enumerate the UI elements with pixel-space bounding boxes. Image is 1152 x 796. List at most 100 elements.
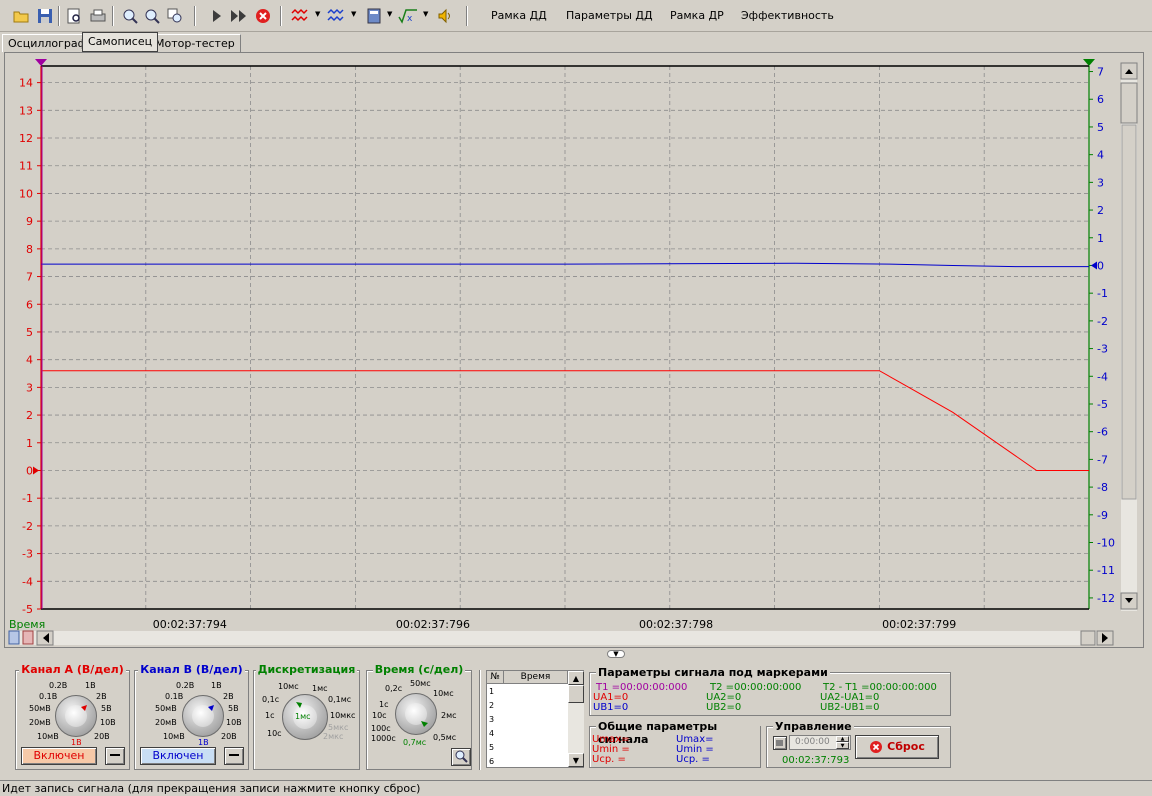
scroll-up-icon[interactable]: ▲ [568, 671, 584, 685]
channel-a-knob[interactable] [55, 695, 97, 737]
ub-diff-value: UB2-UB1=0 [820, 702, 880, 713]
chevron-down-icon[interactable]: ▼ [387, 10, 392, 18]
knob-label: 1с [265, 711, 275, 720]
plot-area [41, 66, 1089, 609]
marker-params-title: Параметры сигнала под маркерами [596, 666, 830, 679]
x-axis-label: Время [9, 618, 45, 631]
marker-t1-handle[interactable] [35, 59, 47, 66]
knob-label: 1с [379, 700, 389, 709]
channel-b-enable-button[interactable]: Включен [140, 747, 216, 765]
table-row[interactable]: 5 [489, 743, 494, 752]
knob-label: 1мс [312, 684, 328, 693]
discretization-knob[interactable]: 1мс [282, 694, 328, 740]
knob-label: 100с [371, 724, 391, 733]
right-tick-label: -12 [1097, 592, 1115, 605]
knob-label: 1В [85, 681, 96, 690]
calculator-icon[interactable] [364, 6, 384, 26]
right-tick-label: 6 [1097, 93, 1104, 106]
table-row[interactable]: 4 [489, 729, 494, 738]
channel-a-invert-button[interactable] [105, 747, 125, 765]
zoom-in-icon[interactable] [120, 6, 140, 26]
knob-label: 10с [372, 711, 387, 720]
table-row[interactable]: 1 [489, 687, 494, 696]
menu-params-dd[interactable]: Параметры ДД [566, 9, 653, 22]
print-preview-icon[interactable] [64, 6, 84, 26]
menu-efficiency[interactable]: Эффективность [741, 9, 834, 22]
h-scrollbar-track [9, 631, 1109, 645]
stop-icon[interactable] [253, 6, 273, 26]
marker-t2-handle[interactable] [1083, 59, 1095, 66]
vertical-scrollbar[interactable] [1120, 62, 1138, 611]
time-knob[interactable] [395, 693, 437, 735]
right-tick-label: -7 [1097, 453, 1108, 466]
right-tick-label: -6 [1097, 426, 1108, 439]
channel-b-title: Канал B (В/дел) [138, 663, 245, 676]
time-value: 0,7мс [403, 738, 427, 747]
time-zoom-button[interactable] [451, 748, 471, 766]
chevron-down-icon[interactable]: ▼ [423, 10, 428, 18]
close-icon [870, 741, 883, 753]
print-icon[interactable] [88, 6, 108, 26]
scrollbar-thumb[interactable] [1121, 124, 1137, 500]
control-group: Управление 0:00:00 ▲ ▼ Сброс 00:02:37:79… [766, 720, 951, 768]
left-tick-label: -2 [22, 520, 33, 533]
channel-b-invert-button[interactable] [224, 747, 244, 765]
menu-frame-dd[interactable]: Рамка ДД [491, 9, 547, 22]
scrollbar-thumb[interactable] [568, 685, 584, 703]
zoom-fit-icon[interactable] [165, 6, 185, 26]
h-scrollbar-thumb[interactable] [1080, 630, 1096, 646]
scrollbar-thumb-upper[interactable] [1120, 82, 1138, 124]
reset-button[interactable]: Сброс [855, 735, 939, 759]
math-sqrt-icon[interactable]: x [398, 6, 418, 26]
channel-a-zero-marker[interactable] [33, 466, 39, 475]
table-row[interactable]: 2 [489, 701, 494, 710]
left-axis: 14131211109876543210-1-2-3-4-5 [19, 66, 42, 616]
save-icon[interactable] [35, 6, 55, 26]
table-scrollbar[interactable]: ▲ ▼ [568, 671, 584, 767]
open-folder-icon[interactable] [11, 6, 31, 26]
knob-label: 50мВ [155, 704, 177, 713]
horizontal-scrollbar[interactable] [8, 630, 1114, 646]
control-title: Управление [773, 720, 854, 733]
knob-label: 2мс [441, 711, 457, 720]
menu-frame-dr[interactable]: Рамка ДР [670, 9, 724, 22]
left-tick-label: 6 [26, 298, 33, 311]
right-tick-label: 7 [1097, 66, 1104, 79]
x-tick-label: 00:02:37:794 [153, 618, 227, 631]
knob-label: 2В [223, 692, 234, 701]
left-tick-label: 7 [26, 271, 33, 284]
tab-motor-tester[interactable]: Мотор-тестер [149, 34, 241, 52]
channel-a-group: Канал А (В/дел) 0.2В 1В 0.1В 2В 50мВ 5В … [15, 663, 130, 770]
left-tick-label: 14 [19, 77, 33, 90]
x-axis: Время 00:02:37:794 00:02:37:796 00:02:37:79… [9, 618, 956, 631]
tab-recorder[interactable]: Самописец [82, 32, 159, 52]
zoom-b-button[interactable] [22, 630, 34, 645]
tab-oscilloscope[interactable]: Осциллограф [2, 34, 94, 52]
channel-a-signal-icon[interactable] [290, 6, 310, 26]
chart-grid [41, 66, 1089, 610]
chevron-down-icon[interactable]: ▼ [315, 10, 320, 18]
discretization-value: 1мс [295, 712, 311, 721]
knob-label: 1000с [371, 734, 396, 743]
splitter-toggle-icon[interactable]: ▼ [607, 650, 625, 658]
table-row[interactable]: 3 [489, 715, 494, 724]
channel-a-enable-button[interactable]: Включен [21, 747, 97, 765]
chevron-down-icon[interactable]: ▼ [351, 10, 356, 18]
knob-label: 0,2с [385, 684, 403, 693]
channel-b-signal-icon[interactable] [326, 6, 346, 26]
right-axis: 7 6 5 4 3 2 1 0 -1 -2 -3 -4 -5 -6 -7 -8 -9 -10 -11 -12 [1088, 66, 1115, 609]
channel-b-zero-marker[interactable] [1091, 261, 1097, 270]
marker-table[interactable]: № Время 1 2 3 4 5 6 ▲ ▼ [486, 670, 584, 768]
table-row[interactable]: 6 [489, 757, 494, 766]
stop-record-button[interactable] [773, 736, 787, 750]
sound-icon[interactable] [435, 6, 455, 26]
zoom-out-icon[interactable] [142, 6, 162, 26]
spin-down-icon[interactable]: ▼ [836, 742, 849, 749]
right-tick-label: 2 [1097, 204, 1104, 217]
knob-label: 0,1мс [328, 695, 352, 704]
scroll-down-icon[interactable]: ▼ [568, 753, 584, 767]
play-icon[interactable] [207, 6, 227, 26]
fast-forward-icon[interactable] [229, 6, 249, 26]
zoom-a-button[interactable] [8, 630, 20, 645]
channel-b-knob[interactable] [182, 695, 224, 737]
